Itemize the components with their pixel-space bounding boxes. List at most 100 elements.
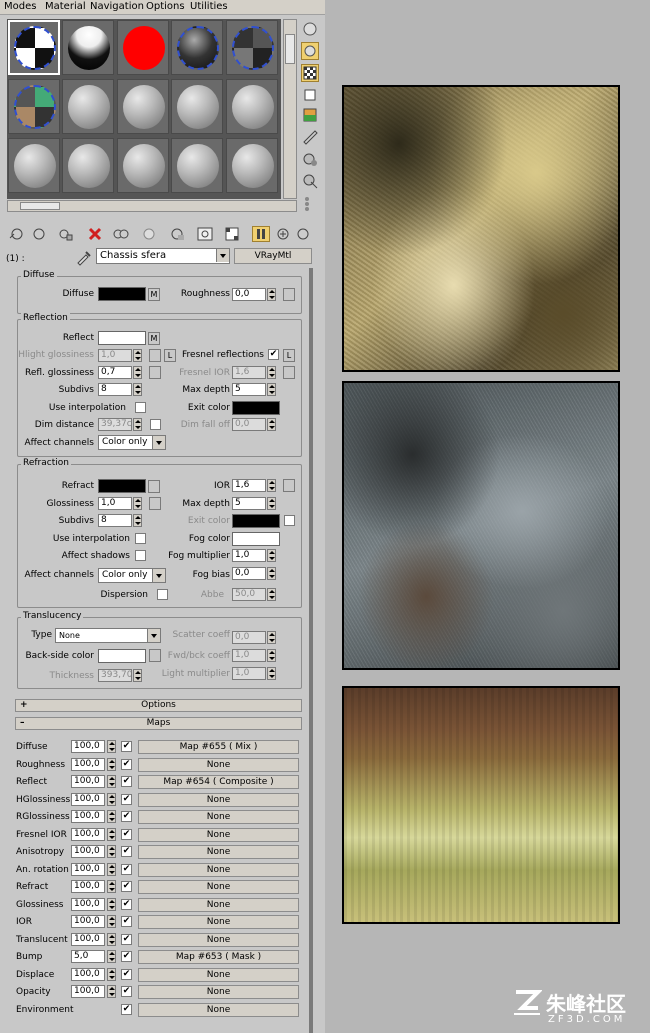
uv-tiling-icon[interactable] [301, 86, 319, 104]
material-type-button[interactable]: VRayMtl [234, 248, 312, 264]
map-amount-input[interactable]: 5,0 [71, 950, 105, 963]
map-amount-spinner[interactable] [107, 828, 116, 841]
backlight-icon[interactable] [301, 42, 319, 60]
map-amount-spinner[interactable] [107, 775, 116, 788]
refl-subdivs-spinner[interactable] [133, 383, 142, 396]
refl-exit-color-swatch[interactable] [232, 401, 280, 415]
map-slot-button[interactable]: None [138, 1003, 299, 1017]
refr-max-depth-spinner[interactable] [267, 497, 276, 510]
dim-distance-spinner[interactable] [133, 418, 142, 431]
refl-glossiness-spinner[interactable] [133, 366, 142, 379]
map-enable-checkbox[interactable]: ✔ [121, 794, 132, 805]
map-slot-button[interactable]: Map #654 ( Composite ) [138, 775, 299, 789]
material-map-navigator-icon[interactable] [301, 194, 319, 212]
thickness-spinner[interactable] [133, 669, 142, 682]
map-slot-button[interactable]: None [138, 828, 299, 842]
map-enable-checkbox[interactable]: ✔ [121, 899, 132, 910]
sample-slot-1[interactable] [8, 20, 60, 75]
show-map-in-viewport-icon[interactable] [224, 226, 242, 242]
diffuse-color-swatch[interactable] [98, 287, 146, 301]
map-amount-input[interactable]: 100,0 [71, 828, 105, 841]
map-slot-button[interactable]: None [138, 880, 299, 894]
menu-material[interactable]: Material [45, 1, 86, 12]
slots-scrollbar-horizontal[interactable] [7, 200, 297, 212]
map-enable-checkbox[interactable]: ✔ [121, 916, 132, 927]
fog-multiplier-input[interactable]: 1,0 [232, 549, 266, 562]
sample-slot-8[interactable] [117, 79, 169, 134]
map-amount-spinner[interactable] [107, 985, 116, 998]
make-unique-icon[interactable] [140, 226, 158, 242]
scatter-coeff-spinner[interactable] [267, 631, 276, 644]
map-enable-checkbox[interactable]: ✔ [121, 951, 132, 962]
fresnel-lock-button[interactable]: L [283, 349, 295, 362]
map-amount-input[interactable]: 100,0 [71, 740, 105, 753]
sample-slot-15[interactable] [226, 138, 278, 193]
refl-subdivs-input[interactable]: 8 [98, 383, 132, 396]
roughness-input[interactable]: 0,0 [232, 288, 266, 301]
refr-glossiness-input[interactable]: 1,0 [98, 497, 132, 510]
ior-spinner[interactable] [267, 479, 276, 492]
map-amount-input[interactable]: 100,0 [71, 775, 105, 788]
map-amount-input[interactable]: 100,0 [71, 758, 105, 771]
show-end-result-icon[interactable] [252, 226, 270, 242]
map-slot-button[interactable]: Map #655 ( Mix ) [138, 740, 299, 754]
menu-utilities[interactable]: Utilities [190, 1, 228, 12]
sample-type-icon[interactable] [301, 20, 319, 38]
sample-slot-4[interactable] [171, 20, 223, 75]
menu-navigation[interactable]: Navigation [90, 1, 144, 12]
map-enable-checkbox[interactable]: ✔ [121, 986, 132, 997]
map-amount-spinner[interactable] [107, 880, 116, 893]
sample-slot-3[interactable] [117, 20, 169, 75]
sample-slot-9[interactable] [171, 79, 223, 134]
refr-exit-color-swatch[interactable] [232, 514, 280, 528]
panel-scrollbar[interactable] [309, 268, 313, 1033]
refl-glossiness-input[interactable]: 0,7 [98, 366, 132, 379]
map-amount-spinner[interactable] [107, 898, 116, 911]
map-slot-button[interactable]: None [138, 933, 299, 947]
light-multiplier-input[interactable]: 1,0 [232, 667, 266, 680]
dim-distance-input[interactable]: 39,37c [98, 418, 132, 431]
roughness-map-button[interactable] [283, 288, 295, 301]
slots-hscroll-thumb[interactable] [20, 202, 60, 210]
reset-map-icon[interactable] [86, 226, 104, 242]
map-enable-checkbox[interactable]: ✔ [121, 934, 132, 945]
assign-to-selection-icon[interactable] [56, 226, 74, 242]
map-amount-input[interactable]: 100,0 [71, 863, 105, 876]
map-slot-button[interactable]: None [138, 915, 299, 929]
hilight-lock-button[interactable]: L [164, 349, 176, 362]
map-enable-checkbox[interactable]: ✔ [121, 741, 132, 752]
dim-distance-checkbox[interactable] [150, 419, 161, 430]
map-slot-button[interactable]: None [138, 758, 299, 772]
map-amount-spinner[interactable] [107, 740, 116, 753]
sample-slot-7[interactable] [62, 79, 114, 134]
material-id-channel-icon[interactable] [196, 226, 214, 242]
fwd-bck-coeff-spinner[interactable] [267, 649, 276, 662]
fresnel-reflections-checkbox[interactable]: ✔ [268, 349, 279, 360]
menu-options[interactable]: Options [146, 1, 185, 12]
menu-modes[interactable]: Modes [4, 1, 36, 12]
refl-glossiness-map-button[interactable] [149, 366, 161, 379]
refr-subdivs-spinner[interactable] [133, 514, 142, 527]
map-slot-button[interactable]: None [138, 793, 299, 807]
map-enable-checkbox[interactable]: ✔ [121, 829, 132, 840]
slots-scroll-thumb[interactable] [285, 34, 295, 64]
map-slot-button[interactable]: None [138, 863, 299, 877]
refl-max-depth-input[interactable]: 5 [232, 383, 266, 396]
sample-slot-5[interactable] [226, 20, 278, 75]
refract-color-swatch[interactable] [98, 479, 146, 493]
map-enable-checkbox[interactable]: ✔ [121, 881, 132, 892]
get-material-icon[interactable] [8, 226, 26, 242]
affect-shadows-checkbox[interactable] [135, 550, 146, 561]
map-enable-checkbox[interactable]: ✔ [121, 811, 132, 822]
map-slot-button[interactable]: None [138, 985, 299, 999]
reflect-color-swatch[interactable] [98, 331, 146, 345]
refr-glossiness-spinner[interactable] [133, 497, 142, 510]
map-amount-input[interactable]: 100,0 [71, 880, 105, 893]
map-enable-checkbox[interactable]: ✔ [121, 1004, 132, 1015]
map-amount-spinner[interactable] [107, 758, 116, 771]
map-amount-input[interactable]: 100,0 [71, 933, 105, 946]
refr-affect-channels-dropdown[interactable]: Color only [98, 568, 166, 583]
refl-max-depth-spinner[interactable] [267, 383, 276, 396]
put-to-scene-icon[interactable] [30, 226, 48, 242]
map-amount-input[interactable]: 100,0 [71, 845, 105, 858]
